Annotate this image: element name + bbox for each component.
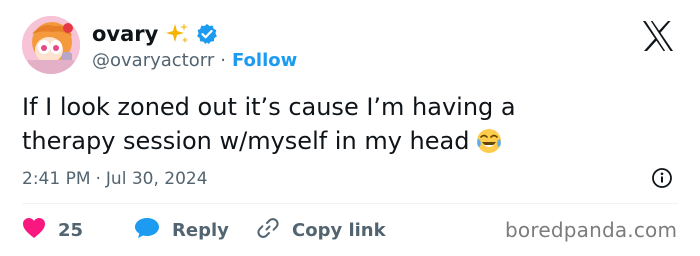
tweet-time: 2:41 PM — [22, 169, 91, 189]
divider — [22, 203, 678, 204]
follow-button[interactable]: Follow — [232, 50, 297, 71]
tweet-card: ovary @ovaryactorr · Follow If I look zo… — [0, 0, 700, 256]
copy-link-label: Copy link — [292, 219, 386, 241]
separator-dot: · — [220, 49, 226, 71]
verified-badge-icon — [196, 23, 218, 45]
laughing-tears-emoji-icon — [475, 127, 503, 155]
tweet-timestamp[interactable]: 2:41 PM · Jul 30, 2024 — [22, 166, 208, 192]
tweet-date: Jul 30, 2024 — [105, 169, 208, 189]
link-icon — [256, 216, 280, 245]
tweet-text-line-2: therapy session w/myself in my head — [22, 124, 662, 158]
display-name[interactable]: ovary — [92, 22, 158, 46]
separator-dot: · — [95, 169, 101, 189]
reply-button[interactable]: Reply — [134, 217, 256, 244]
tweet-text: If I look zoned out it’s cause I’m havin… — [22, 90, 662, 158]
x-logo-icon[interactable] — [641, 20, 675, 52]
info-icon[interactable] — [651, 167, 673, 189]
copy-link-button[interactable]: Copy link — [256, 216, 386, 245]
powerpuff-girl-avatar-icon — [22, 16, 80, 74]
sparkle-icon — [164, 22, 190, 46]
like-button[interactable]: 25 — [22, 217, 134, 244]
handle-row: @ovaryactorr · Follow — [92, 48, 297, 72]
reply-label: Reply — [172, 219, 229, 241]
author-name-row: ovary — [92, 20, 218, 48]
tweet-text-line-1: If I look zoned out it’s cause I’m havin… — [22, 93, 516, 121]
action-bar: 25 Reply Copy link — [22, 216, 386, 244]
avatar[interactable] — [22, 16, 80, 74]
tweet-text-line-2-text: therapy session w/myself in my head — [22, 127, 470, 155]
heart-icon — [22, 217, 46, 244]
author-handle[interactable]: @ovaryactorr — [92, 50, 214, 71]
watermark: boredpanda.com — [505, 218, 678, 242]
like-count: 25 — [58, 219, 84, 241]
speech-bubble-icon — [134, 217, 160, 244]
